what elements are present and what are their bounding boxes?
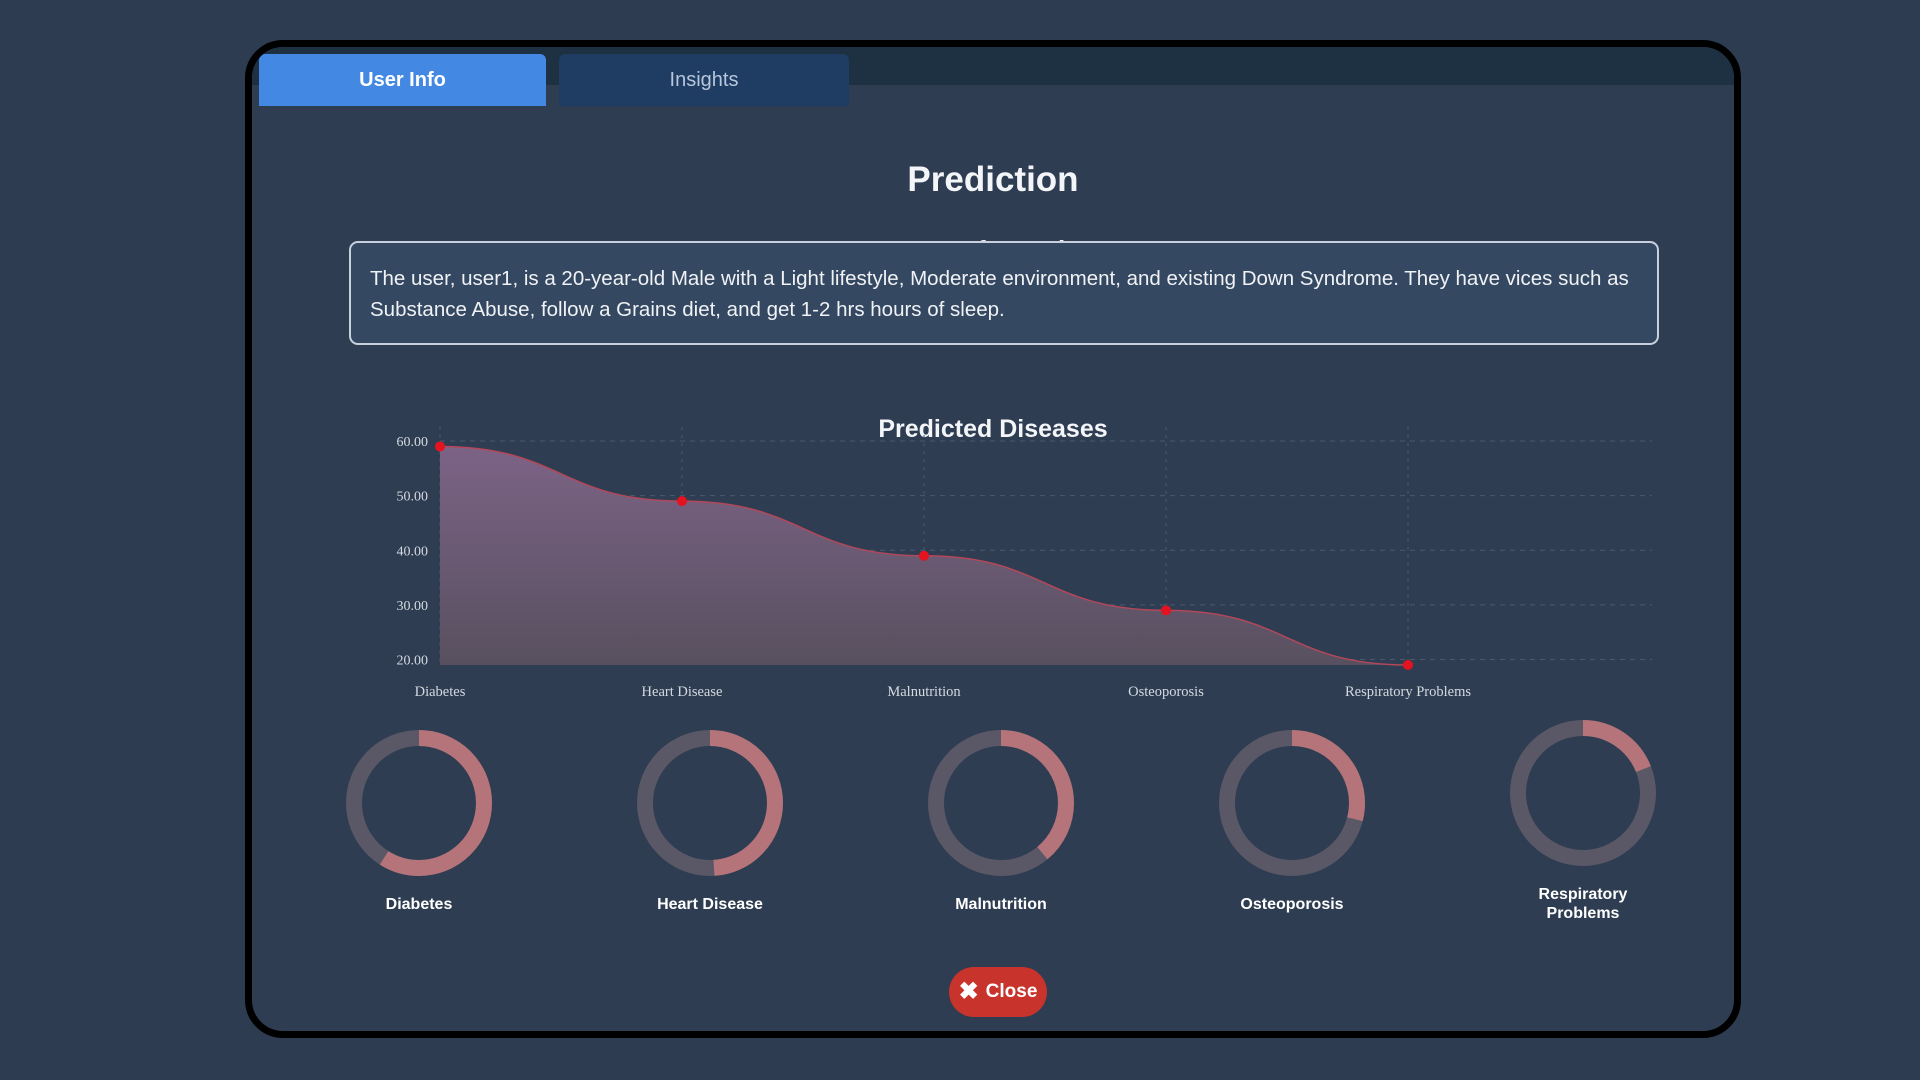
tab-insights[interactable]: Insights <box>559 54 849 106</box>
donut-label: Diabetes <box>385 896 453 913</box>
donut-track <box>1219 730 1365 876</box>
data-point[interactable] <box>677 496 687 507</box>
donut-track <box>346 730 492 876</box>
y-tick-label: 40.00 <box>397 544 429 559</box>
y-tick-label: 20.00 <box>397 654 429 669</box>
donut-progress-arc <box>928 730 1074 876</box>
data-point[interactable] <box>919 550 929 561</box>
donut-progress-arc <box>637 730 783 876</box>
data-point[interactable] <box>1161 605 1171 616</box>
x-tick-label: Heart Disease <box>642 684 723 700</box>
donut-label: Respiratory Problems <box>1538 886 1628 922</box>
user-description: The user, user1, is a 20-year-old Male w… <box>370 267 1629 321</box>
close-button[interactable]: ✖ Close <box>949 967 1047 1017</box>
donut-progress-arc <box>1510 720 1656 866</box>
data-point[interactable] <box>435 441 445 452</box>
y-tick-label: 50.00 <box>397 490 429 505</box>
donut-track <box>928 730 1074 876</box>
donut-progress-arc <box>346 730 492 876</box>
prediction-modal: User Info Insights Prediction User Infor… <box>245 40 1741 1038</box>
donut-label: Malnutrition <box>955 896 1047 913</box>
donut-label: Osteoporosis <box>1240 896 1344 913</box>
data-point[interactable] <box>1403 660 1413 670</box>
donut-progress-arc <box>1219 730 1365 876</box>
close-icon: ✖ <box>958 978 979 1005</box>
donut-track <box>637 730 783 876</box>
donut-track <box>1510 720 1656 866</box>
x-tick-label: Osteoporosis <box>1128 684 1204 700</box>
user-info-box: The user, user1, is a 20-year-old Male w… <box>349 241 1659 345</box>
x-tick-label: Malnutrition <box>887 684 961 700</box>
close-button-label: Close <box>985 981 1038 1002</box>
page-title: Prediction <box>907 160 1079 199</box>
y-tick-label: 30.00 <box>397 599 429 614</box>
x-tick-label: Diabetes <box>415 684 466 700</box>
chart-title: Predicted Diseases <box>878 415 1108 443</box>
donut-label: Heart Disease <box>657 896 763 913</box>
tab-user-info[interactable]: User Info <box>259 54 546 106</box>
x-tick-label: Respiratory Problems <box>1345 684 1471 700</box>
